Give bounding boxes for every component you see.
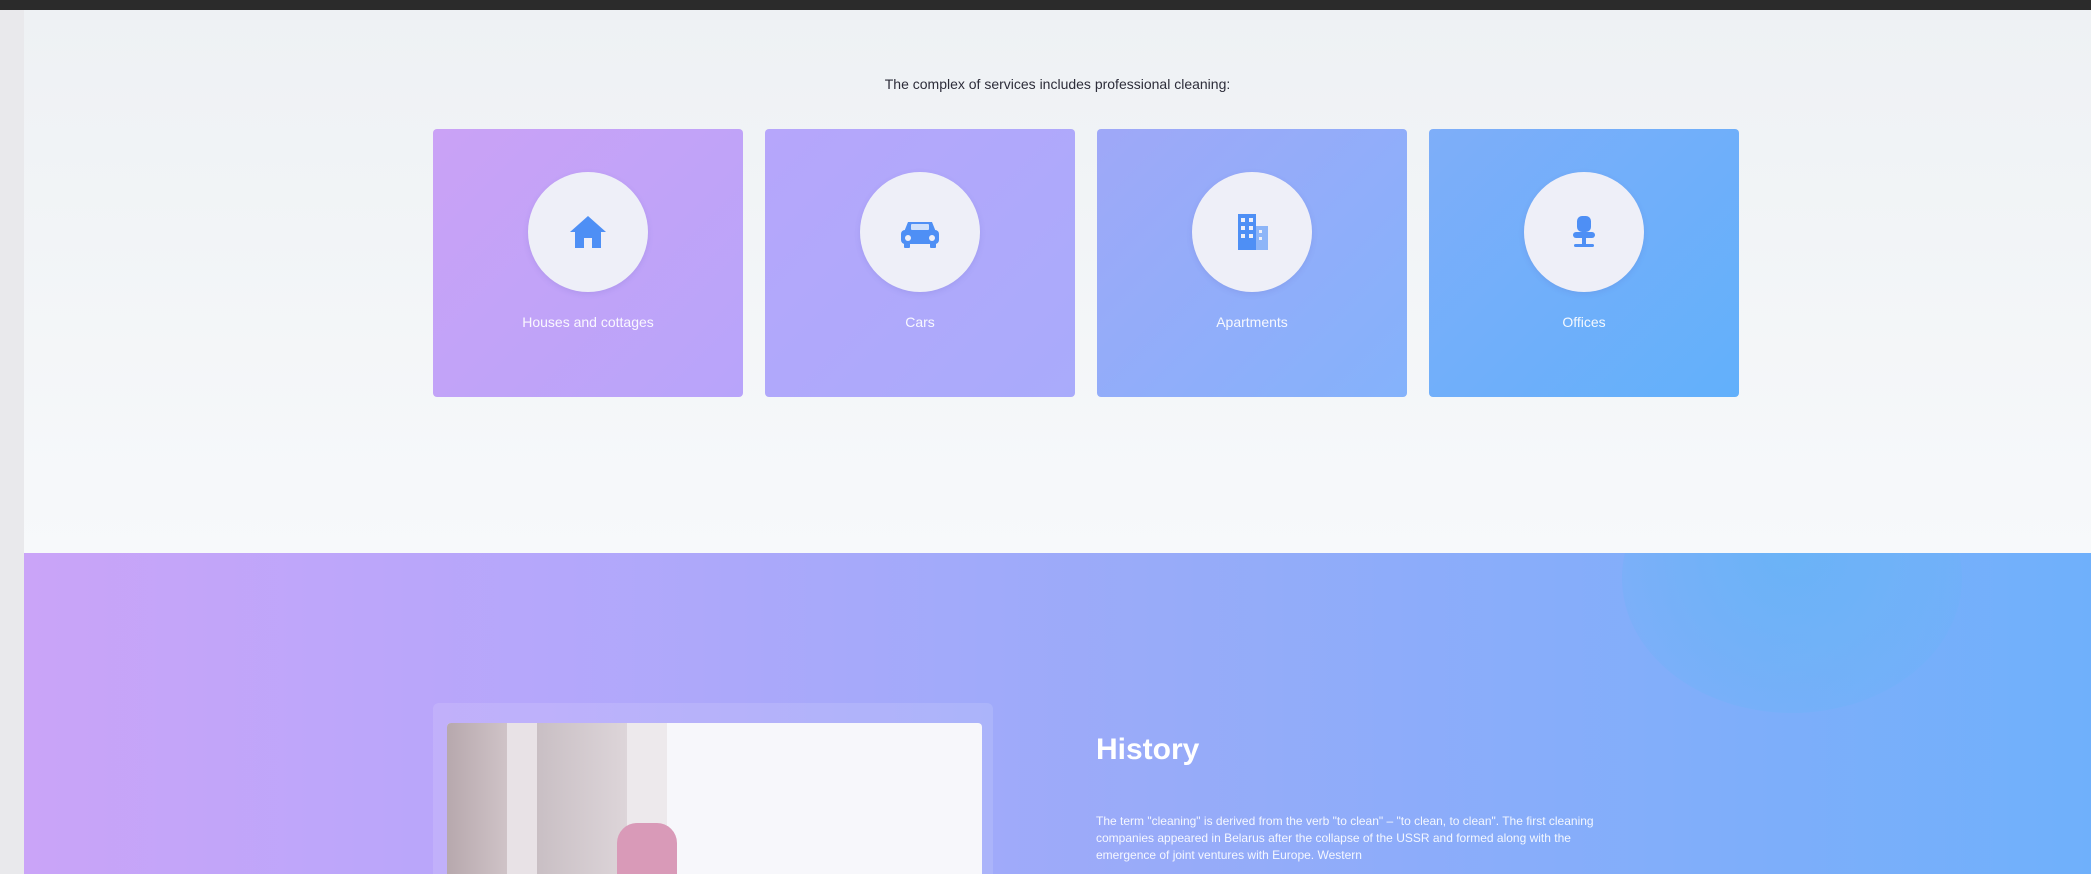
office-chair-icon <box>1573 216 1595 247</box>
card-label: Offices <box>1562 314 1606 330</box>
card-label: Cars <box>905 314 935 330</box>
history-text: The term "cleaning" is derived from the … <box>1096 814 1594 862</box>
service-card-cars[interactable]: Cars <box>765 129 1075 397</box>
card-label: Houses and cottages <box>522 314 654 330</box>
history-title: History <box>1096 733 1200 766</box>
glove-shape <box>617 823 677 874</box>
left-gutter <box>0 10 24 874</box>
services-section: The complex of services includes profess… <box>24 10 2091 553</box>
service-card-offices[interactable]: Offices <box>1429 129 1739 397</box>
decorative-circle <box>1622 553 1962 713</box>
service-card-houses[interactable]: Houses and cottages <box>433 129 743 397</box>
car-icon <box>901 222 939 248</box>
icon-circle <box>1192 172 1312 292</box>
icon-circle <box>528 172 648 292</box>
service-card-apartments[interactable]: Apartments <box>1097 129 1407 397</box>
photo-blind <box>537 723 627 874</box>
card-label: Apartments <box>1216 314 1288 330</box>
building-icon <box>1238 214 1268 250</box>
services-heading: The complex of services includes profess… <box>884 76 1231 92</box>
icon-circle <box>860 172 980 292</box>
browser-top-bar <box>0 0 2091 10</box>
cleaning-photo <box>447 723 982 874</box>
history-section: History The term "cleaning" is derived f… <box>24 553 2091 874</box>
photo-blind <box>447 723 507 874</box>
house-icon <box>570 216 606 248</box>
photo-blind <box>507 723 537 874</box>
icon-circle <box>1524 172 1644 292</box>
